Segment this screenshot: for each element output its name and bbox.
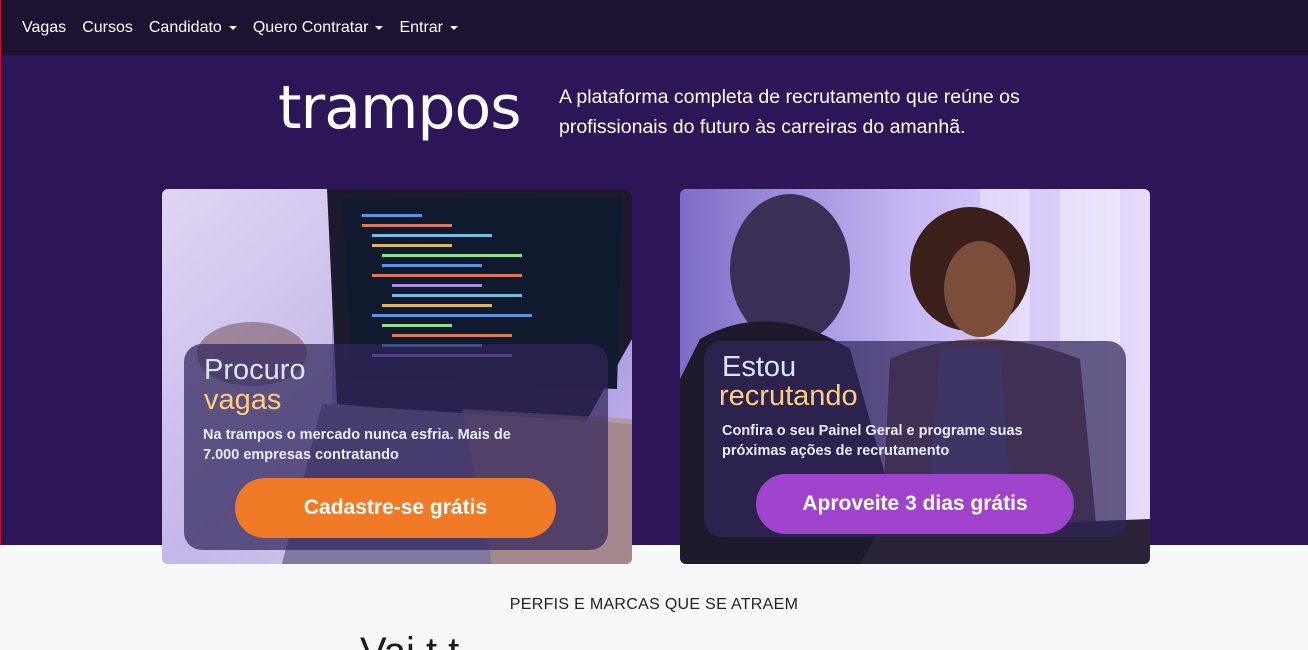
- caret-down-icon: [450, 25, 459, 30]
- top-navbar: Vagas Cursos Candidato Quero Contratar E…: [0, 0, 1308, 55]
- caret-down-icon: [375, 25, 384, 30]
- nav-label: Vagas: [22, 18, 67, 36]
- trial-3-days-button[interactable]: Aproveite 3 dias grátis: [756, 474, 1074, 534]
- nav-label: Cursos: [82, 18, 133, 36]
- recruiter-title-line2: recrutando: [719, 380, 858, 412]
- nav-item-vagas[interactable]: Vagas: [22, 19, 66, 37]
- trampos-logo[interactable]: trampos: [278, 78, 521, 138]
- nav-item-candidato[interactable]: Candidato: [149, 19, 237, 37]
- section-kicker: PERFIS E MARCAS QUE SE ATRAEM: [509, 596, 799, 613]
- hero-tagline: A plataforma completa de recrutamento qu…: [559, 86, 1020, 138]
- nav-item-entrar[interactable]: Entrar: [399, 18, 459, 37]
- candidate-title-line1: Procuro: [204, 354, 306, 386]
- recruiter-description: Confira o seu Painel Geral e programe su…: [722, 423, 1023, 459]
- nav-label: Quero Contratar: [252, 18, 369, 36]
- nav-item-cursos[interactable]: Cursos: [82, 19, 133, 37]
- section-heading-partial: Vai t t: [360, 630, 960, 650]
- nav-label: Candidato: [148, 18, 222, 36]
- signup-free-button[interactable]: Cadastre-se grátis: [235, 478, 556, 538]
- nav-label: Entrar: [399, 18, 444, 36]
- caret-down-icon: [228, 25, 237, 30]
- nav-item-quero-contratar[interactable]: Quero Contratar: [253, 19, 384, 37]
- candidate-title-line2: vagas: [204, 384, 282, 416]
- card-recruiter: Estou recrutando Confira o seu Painel Ge…: [680, 189, 1150, 564]
- candidate-description: Na trampos o mercado nunca esfria. Mais …: [203, 427, 511, 463]
- recruiter-title-line1: Estou: [722, 351, 797, 383]
- card-candidate: Procuro vagas Na trampos o mercado nunca…: [162, 189, 632, 564]
